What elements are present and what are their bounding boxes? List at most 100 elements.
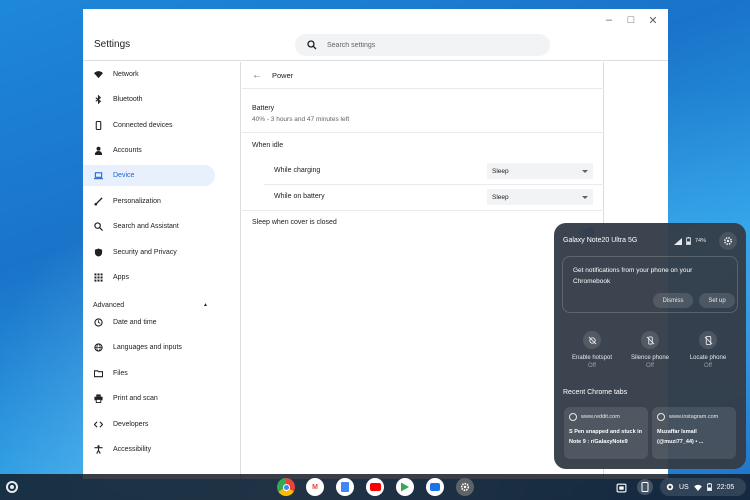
youtube-icon[interactable]: [366, 478, 384, 496]
sidebar-item-label: Apps: [113, 274, 129, 281]
recent-tab-card[interactable]: www.reddit.com S Pen snapped and stuck i…: [564, 407, 648, 459]
messages-icon[interactable]: [426, 478, 444, 496]
sidebar-item-personalization[interactable]: Personalization: [83, 191, 215, 212]
gmail-icon[interactable]: M: [306, 478, 324, 496]
clock-icon: [94, 318, 103, 327]
sidebar-item-accounts[interactable]: Accounts: [83, 140, 215, 161]
sidebar-item-languages[interactable]: Languages and inputs: [83, 337, 215, 358]
shield-icon: [94, 248, 103, 257]
tab-title: Muzaffar Ismail (@muzi77_44) • ...: [657, 429, 704, 445]
window-controls: – □ ✕: [600, 11, 662, 31]
dismiss-button[interactable]: Dismiss: [653, 293, 693, 308]
play-store-icon[interactable]: [396, 478, 414, 496]
recent-tab-card[interactable]: www.instagram.com Muzaffar Ismail (@muzi…: [652, 407, 736, 459]
locate-off-icon: [699, 331, 717, 349]
gear-icon: [723, 236, 733, 246]
sidebar-item-connected-devices[interactable]: Connected devices: [83, 115, 215, 136]
while-on-battery-select[interactable]: Sleep: [487, 189, 593, 205]
silence-toggle[interactable]: Silence phone Off: [620, 331, 680, 369]
wifi-icon: [693, 484, 702, 491]
chrome-icon[interactable]: [277, 478, 295, 496]
hotspot-off-icon: [583, 331, 601, 349]
brush-icon: [94, 197, 103, 206]
phone-icon: [94, 121, 103, 130]
close-button[interactable]: ✕: [644, 11, 662, 29]
sidebar-item-label: Accounts: [113, 147, 142, 154]
launcher-button[interactable]: [6, 481, 18, 493]
sidebar-item-label: Search and Assistant: [113, 223, 179, 230]
sidebar-item-network[interactable]: Network: [83, 64, 215, 85]
minimize-button[interactable]: –: [600, 11, 618, 29]
sidebar-item-print-scan[interactable]: Print and scan: [83, 388, 215, 409]
battery-icon: [706, 483, 712, 491]
record-icon: [666, 483, 674, 491]
sidebar-item-accessibility[interactable]: Accessibility: [83, 439, 215, 460]
battery-icon: [686, 237, 691, 245]
notification-setup-card: Get notifications from your phone on you…: [562, 256, 738, 313]
search-input[interactable]: [327, 41, 527, 49]
setup-button[interactable]: Set up: [699, 293, 735, 308]
sidebar-item-label: Developers: [113, 421, 149, 428]
back-arrow-icon[interactable]: ←: [252, 70, 262, 81]
tote-icon[interactable]: [614, 480, 628, 494]
toggle-label: Silence phone: [630, 355, 670, 361]
advanced-toggle[interactable]: Advanced ▲: [93, 302, 208, 309]
phone-hub-button[interactable]: [637, 479, 653, 495]
toggle-label: Locate phone: [689, 355, 727, 361]
search-bar[interactable]: [295, 34, 550, 56]
shelf: M US 22:05: [0, 474, 750, 500]
printer-icon: [94, 394, 103, 403]
dropdown-arrow-icon: [582, 195, 588, 199]
sidebar-item-date-time[interactable]: Date and time: [83, 312, 215, 333]
dropdown-arrow-icon: [582, 169, 588, 173]
notification-prompt: Get notifications from your phone on you…: [573, 267, 693, 285]
hotspot-toggle[interactable]: Enable hotspot Off: [562, 331, 622, 369]
docs-icon[interactable]: [336, 478, 354, 496]
divider: [264, 184, 604, 185]
phone-battery: 74%: [695, 238, 707, 244]
phone-status: 74%: [674, 237, 706, 245]
sidebar-item-device[interactable]: Device: [83, 165, 215, 186]
phone-settings-button[interactable]: [719, 232, 737, 250]
sidebar-item-search-assistant[interactable]: Search and Assistant: [83, 216, 215, 237]
select-value: Sleep: [492, 167, 509, 175]
sidebar-item-label: Languages and inputs: [113, 344, 182, 351]
tab-domain-row: www.reddit.com: [569, 413, 620, 421]
clock-time: 22:05: [716, 483, 735, 491]
while-charging-select[interactable]: Sleep: [487, 163, 593, 179]
battery-status: 40% - 3 hours and 47 minutes left: [252, 116, 350, 123]
chevron-up-icon: ▲: [203, 302, 208, 308]
sidebar-item-label: Date and time: [113, 319, 157, 326]
silence-off-icon: [641, 331, 659, 349]
sidebar-item-security-privacy[interactable]: Security and Privacy: [83, 242, 215, 263]
divider: [242, 88, 604, 89]
sidebar-item-label: Security and Privacy: [113, 249, 177, 256]
sleep-cover-label: Sleep when cover is closed: [252, 219, 337, 226]
recent-tabs-heading: Recent Chrome tabs: [563, 389, 628, 396]
sidebar-item-developers[interactable]: Developers: [83, 414, 215, 435]
power-page: ← Power Battery 40% - 3 hours and 47 min…: [242, 62, 604, 479]
globe-icon: [657, 413, 665, 421]
tab-domain-row: www.instagram.com: [657, 413, 718, 421]
person-icon: [94, 146, 103, 155]
sidebar-item-label: Print and scan: [113, 395, 158, 402]
laptop-icon: [94, 171, 103, 180]
settings-icon[interactable]: [456, 478, 474, 496]
phone-name: Galaxy Note20 Ultra 5G: [563, 237, 638, 244]
app-title: Settings: [94, 39, 131, 50]
sidebar-item-label: Files: [113, 370, 128, 377]
wifi-icon: [94, 70, 103, 79]
globe-icon: [569, 413, 577, 421]
sidebar-item-files[interactable]: Files: [83, 363, 215, 384]
search-icon: [94, 222, 103, 231]
sidebar: Network Bluetooth Connected devices Acco…: [83, 62, 241, 479]
system-tray[interactable]: US 22:05: [660, 478, 746, 496]
sidebar-item-label: Accessibility: [113, 446, 152, 453]
sidebar-item-bluetooth[interactable]: Bluetooth: [83, 89, 215, 110]
sidebar-item-apps[interactable]: Apps: [83, 267, 215, 288]
code-icon: [94, 420, 103, 429]
maximize-button[interactable]: □: [622, 11, 640, 29]
folder-icon: [94, 369, 103, 378]
locate-toggle[interactable]: Locate phone Off: [678, 331, 738, 369]
sidebar-item-label: Bluetooth: [113, 96, 143, 103]
